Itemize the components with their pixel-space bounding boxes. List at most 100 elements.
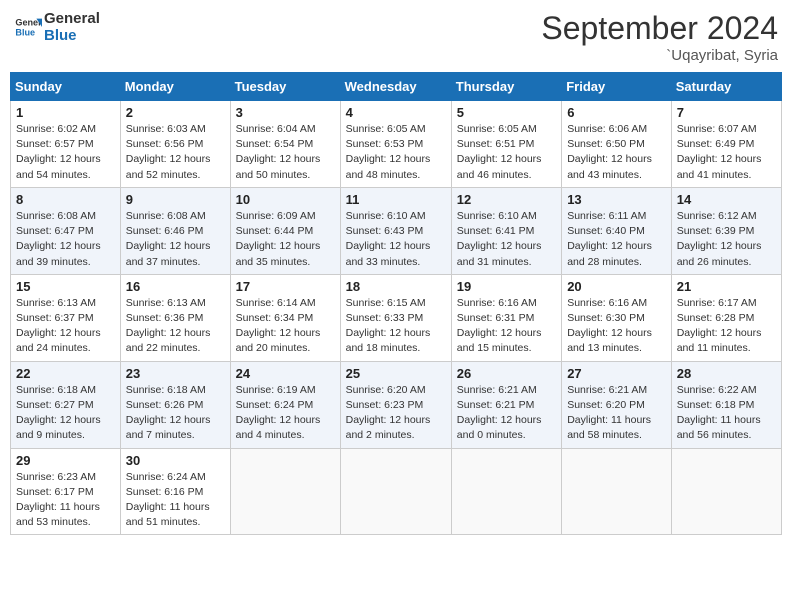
calendar-table: SundayMondayTuesdayWednesdayThursdayFrid… [10, 72, 782, 535]
month-title: September 2024 [541, 10, 778, 47]
day-number: 30 [126, 453, 225, 468]
header-cell-saturday: Saturday [671, 73, 781, 101]
day-number: 16 [126, 279, 225, 294]
day-info: Sunrise: 6:08 AM Sunset: 6:47 PM Dayligh… [16, 209, 115, 270]
day-info: Sunrise: 6:08 AM Sunset: 6:46 PM Dayligh… [126, 209, 225, 270]
day-number: 15 [16, 279, 115, 294]
day-cell: 19 Sunrise: 6:16 AM Sunset: 6:31 PM Dayli… [451, 274, 561, 361]
day-cell: 5Sunrise: 6:05 AM Sunset: 6:51 PM Daylig… [451, 101, 561, 188]
day-info: Sunrise: 6:18 AM Sunset: 6:27 PM Dayligh… [16, 383, 115, 444]
day-number: 11 [346, 192, 446, 207]
svg-text:Blue: Blue [15, 28, 35, 38]
day-cell: 30 Sunrise: 6:24 AM Sunset: 6:16 PM Dayli… [120, 448, 230, 535]
week-row: 8Sunrise: 6:08 AM Sunset: 6:47 PM Daylig… [11, 187, 782, 274]
day-number: 1 [16, 105, 115, 120]
day-info: Sunrise: 6:04 AM Sunset: 6:54 PM Dayligh… [236, 122, 335, 183]
page-header: General Blue General Blue September 2024… [10, 10, 782, 64]
day-cell: 15 Sunrise: 6:13 AM Sunset: 6:37 PM Dayli… [11, 274, 121, 361]
day-number: 3 [236, 105, 335, 120]
header-cell-sunday: Sunday [11, 73, 121, 101]
day-info: Sunrise: 6:09 AM Sunset: 6:44 PM Dayligh… [236, 209, 335, 270]
title-block: September 2024 `Uqayribat, Syria [541, 10, 778, 64]
day-number: 23 [126, 366, 225, 381]
day-number: 17 [236, 279, 335, 294]
day-info: Sunrise: 6:16 AM Sunset: 6:31 PM Dayligh… [457, 296, 556, 357]
day-info: Sunrise: 6:07 AM Sunset: 6:49 PM Dayligh… [677, 122, 776, 183]
day-cell: 1 Sunrise: 6:02 AM Sunset: 6:57 PM Daylig… [11, 101, 121, 188]
day-number: 7 [677, 105, 776, 120]
day-info: Sunrise: 6:23 AM Sunset: 6:17 PM Dayligh… [16, 470, 115, 531]
day-info: Sunrise: 6:13 AM Sunset: 6:36 PM Dayligh… [126, 296, 225, 357]
day-cell: 21 Sunrise: 6:17 AM Sunset: 6:28 PM Dayli… [671, 274, 781, 361]
day-number: 5 [457, 105, 556, 120]
day-number: 25 [346, 366, 446, 381]
day-info: Sunrise: 6:12 AM Sunset: 6:39 PM Dayligh… [677, 209, 776, 270]
day-number: 21 [677, 279, 776, 294]
day-cell [340, 448, 451, 535]
day-cell: 11 Sunrise: 6:10 AM Sunset: 6:43 PM Dayli… [340, 187, 451, 274]
header-cell-monday: Monday [120, 73, 230, 101]
header-cell-friday: Friday [562, 73, 672, 101]
day-cell: 12Sunrise: 6:10 AM Sunset: 6:41 PM Dayli… [451, 187, 561, 274]
day-cell: 6 Sunrise: 6:06 AM Sunset: 6:50 PM Daylig… [562, 101, 672, 188]
day-info: Sunrise: 6:02 AM Sunset: 6:57 PM Dayligh… [16, 122, 115, 183]
day-info: Sunrise: 6:10 AM Sunset: 6:43 PM Dayligh… [346, 209, 446, 270]
day-number: 29 [16, 453, 115, 468]
logo: General Blue General Blue [14, 10, 100, 45]
day-info: Sunrise: 6:21 AM Sunset: 6:20 PM Dayligh… [567, 383, 666, 444]
day-cell: 25 Sunrise: 6:20 AM Sunset: 6:23 PM Dayli… [340, 361, 451, 448]
day-info: Sunrise: 6:11 AM Sunset: 6:40 PM Dayligh… [567, 209, 666, 270]
day-cell [230, 448, 340, 535]
day-cell [451, 448, 561, 535]
day-info: Sunrise: 6:22 AM Sunset: 6:18 PM Dayligh… [677, 383, 776, 444]
day-cell: 18 Sunrise: 6:15 AM Sunset: 6:33 PM Dayli… [340, 274, 451, 361]
day-cell: 24Sunrise: 6:19 AM Sunset: 6:24 PM Dayli… [230, 361, 340, 448]
week-row: 15 Sunrise: 6:13 AM Sunset: 6:37 PM Dayli… [11, 274, 782, 361]
day-info: Sunrise: 6:13 AM Sunset: 6:37 PM Dayligh… [16, 296, 115, 357]
day-number: 22 [16, 366, 115, 381]
day-info: Sunrise: 6:14 AM Sunset: 6:34 PM Dayligh… [236, 296, 335, 357]
day-info: Sunrise: 6:24 AM Sunset: 6:16 PM Dayligh… [126, 470, 225, 531]
day-cell: 28 Sunrise: 6:22 AM Sunset: 6:18 PM Dayli… [671, 361, 781, 448]
day-number: 19 [457, 279, 556, 294]
header-cell-thursday: Thursday [451, 73, 561, 101]
day-info: Sunrise: 6:15 AM Sunset: 6:33 PM Dayligh… [346, 296, 446, 357]
day-cell [671, 448, 781, 535]
week-row: 22 Sunrise: 6:18 AM Sunset: 6:27 PM Dayli… [11, 361, 782, 448]
day-number: 9 [126, 192, 225, 207]
day-number: 26 [457, 366, 556, 381]
day-cell: 4 Sunrise: 6:05 AM Sunset: 6:53 PM Daylig… [340, 101, 451, 188]
day-cell: 14 Sunrise: 6:12 AM Sunset: 6:39 PM Dayli… [671, 187, 781, 274]
day-number: 18 [346, 279, 446, 294]
day-info: Sunrise: 6:10 AM Sunset: 6:41 PM Dayligh… [457, 209, 556, 270]
day-cell: 23 Sunrise: 6:18 AM Sunset: 6:26 PM Dayli… [120, 361, 230, 448]
day-number: 27 [567, 366, 666, 381]
day-number: 20 [567, 279, 666, 294]
day-cell: 27 Sunrise: 6:21 AM Sunset: 6:20 PM Dayli… [562, 361, 672, 448]
week-row: 29 Sunrise: 6:23 AM Sunset: 6:17 PM Dayli… [11, 448, 782, 535]
day-cell: 3 Sunrise: 6:04 AM Sunset: 6:54 PM Daylig… [230, 101, 340, 188]
day-cell: 10 Sunrise: 6:09 AM Sunset: 6:44 PM Dayli… [230, 187, 340, 274]
day-number: 28 [677, 366, 776, 381]
day-number: 4 [346, 105, 446, 120]
day-cell: 7 Sunrise: 6:07 AM Sunset: 6:49 PM Daylig… [671, 101, 781, 188]
logo-icon: General Blue [14, 13, 42, 41]
day-number: 14 [677, 192, 776, 207]
day-number: 6 [567, 105, 666, 120]
day-number: 10 [236, 192, 335, 207]
day-cell: 9 Sunrise: 6:08 AM Sunset: 6:46 PM Daylig… [120, 187, 230, 274]
day-number: 2 [126, 105, 225, 120]
day-number: 13 [567, 192, 666, 207]
header-cell-tuesday: Tuesday [230, 73, 340, 101]
day-info: Sunrise: 6:20 AM Sunset: 6:23 PM Dayligh… [346, 383, 446, 444]
day-cell: 2 Sunrise: 6:03 AM Sunset: 6:56 PM Daylig… [120, 101, 230, 188]
day-info: Sunrise: 6:06 AM Sunset: 6:50 PM Dayligh… [567, 122, 666, 183]
day-info: Sunrise: 6:17 AM Sunset: 6:28 PM Dayligh… [677, 296, 776, 357]
day-info: Sunrise: 6:18 AM Sunset: 6:26 PM Dayligh… [126, 383, 225, 444]
header-row: SundayMondayTuesdayWednesdayThursdayFrid… [11, 73, 782, 101]
day-cell [562, 448, 672, 535]
day-info: Sunrise: 6:05 AM Sunset: 6:53 PM Dayligh… [346, 122, 446, 183]
day-info: Sunrise: 6:03 AM Sunset: 6:56 PM Dayligh… [126, 122, 225, 183]
day-cell: 26Sunrise: 6:21 AM Sunset: 6:21 PM Dayli… [451, 361, 561, 448]
day-cell: 8Sunrise: 6:08 AM Sunset: 6:47 PM Daylig… [11, 187, 121, 274]
